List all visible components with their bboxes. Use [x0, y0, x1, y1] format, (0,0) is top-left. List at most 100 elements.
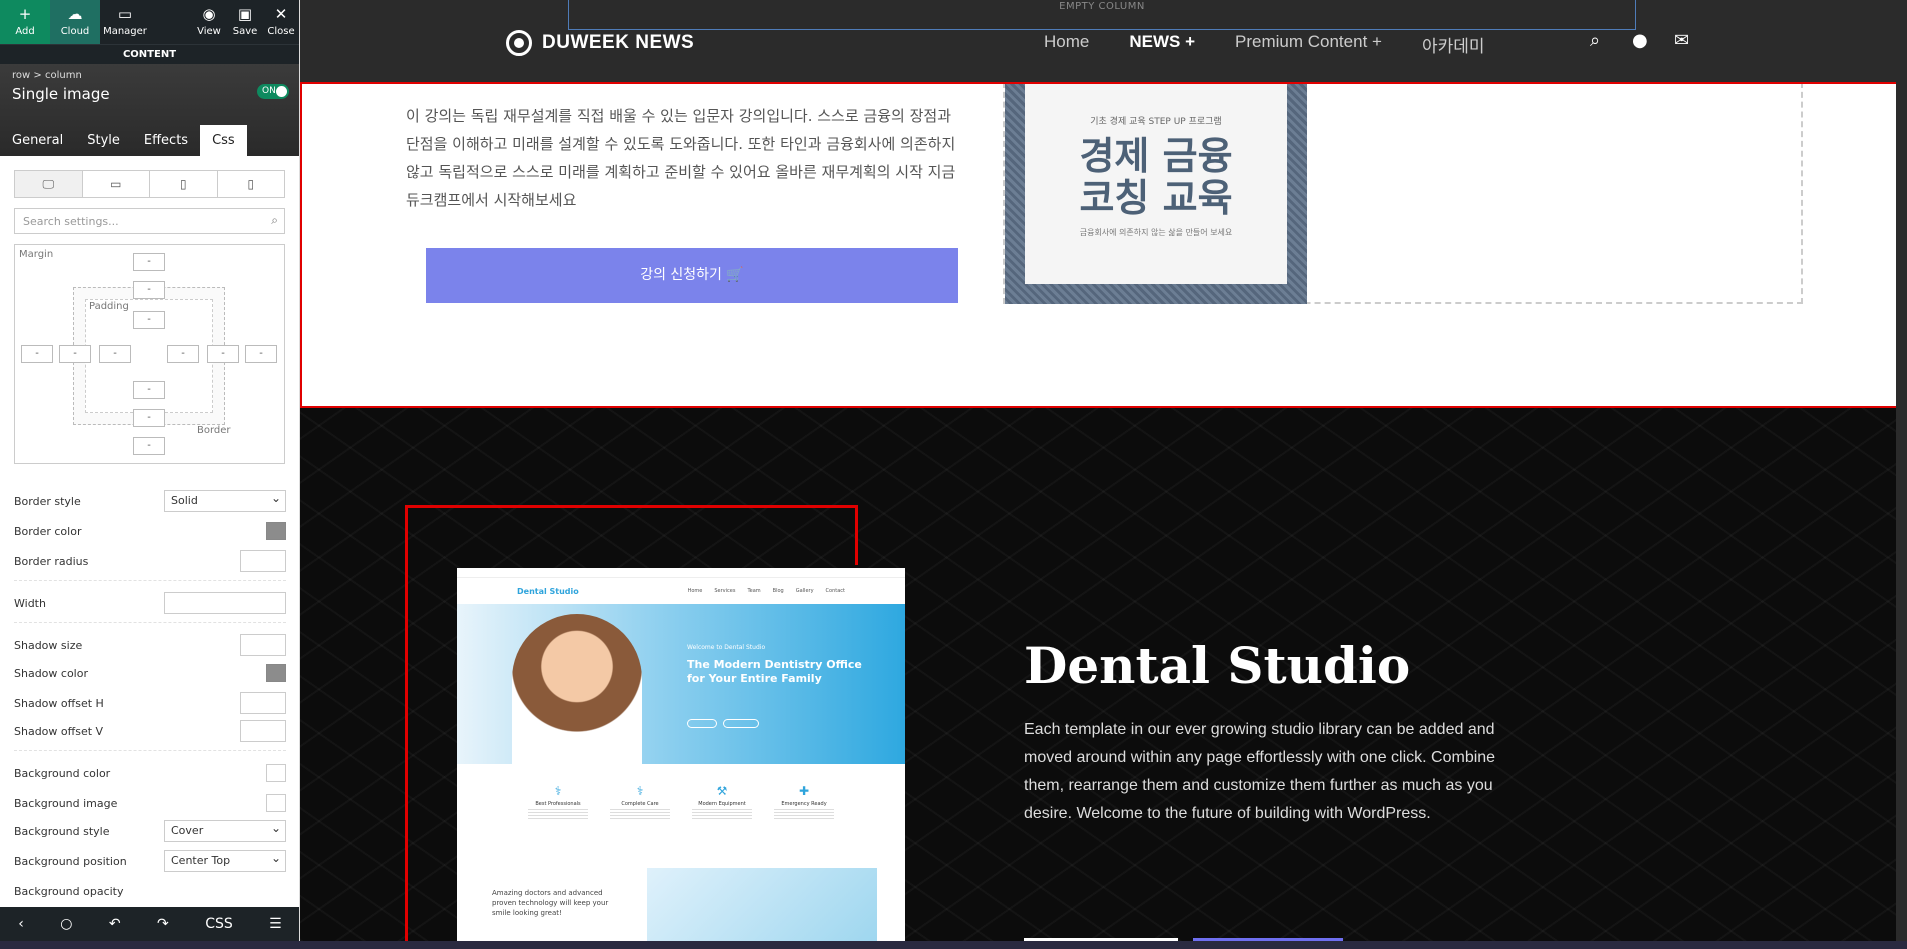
- background-image-picker[interactable]: [266, 794, 286, 812]
- book-cover: 기초 경제 교육 STEP UP 프로그램 경제 금융 코칭 교육 금융회사에 …: [1025, 82, 1287, 284]
- css-button[interactable]: CSS: [205, 916, 233, 932]
- nav-academy[interactable]: 아카데미: [1422, 32, 1485, 57]
- nav-news[interactable]: NEWS +: [1129, 32, 1195, 57]
- redo-icon[interactable]: ↷: [157, 916, 169, 932]
- divider: [14, 750, 286, 751]
- element-title: Single image: [12, 85, 110, 103]
- manager-button[interactable]: ▭ Manager: [100, 0, 150, 44]
- shot-button-1: [687, 719, 717, 728]
- apply-course-button[interactable]: 강의 신청하기 🛒: [426, 248, 958, 303]
- padding-left-field[interactable]: -: [99, 345, 131, 363]
- shot-feature: ✚ Emergency Ready: [774, 784, 834, 819]
- margin-bottom-field[interactable]: -: [133, 437, 165, 455]
- tablet-device-button[interactable]: ▯: [150, 171, 218, 197]
- book-title-line2: 코칭 교육: [1079, 176, 1233, 220]
- border-radius-setting: Border radius: [14, 550, 286, 572]
- close-button[interactable]: ✕ Close: [263, 0, 299, 44]
- close-icon: ✕: [274, 5, 288, 23]
- shot-bottom: Amazing doctors and advanced proven tech…: [457, 868, 905, 941]
- manager-icon: ▭: [117, 5, 133, 23]
- margin-right-field[interactable]: -: [245, 345, 277, 363]
- border-radius-input[interactable]: [240, 550, 286, 572]
- os-taskbar: [0, 941, 1907, 949]
- shot-hero-title: The Modern Dentistry Office for Your Ent…: [687, 658, 862, 685]
- background-position-select[interactable]: Center Top: [164, 848, 286, 872]
- border-label: Border: [197, 425, 231, 436]
- home-circle-icon[interactable]: ○: [60, 916, 72, 932]
- shadow-color-swatch[interactable]: [266, 664, 286, 682]
- mail-icon[interactable]: ✉: [1674, 30, 1689, 51]
- nav-home[interactable]: Home: [1044, 32, 1089, 57]
- padding-top-field[interactable]: -: [133, 311, 165, 329]
- width-input[interactable]: [164, 592, 286, 614]
- tablet-icon: ▯: [179, 177, 187, 191]
- padding-bottom-field[interactable]: -: [133, 381, 165, 399]
- border-top-field[interactable]: -: [133, 281, 165, 299]
- background-position-setting: Background position Center Top: [14, 848, 286, 872]
- shadow-offset-v-setting: Shadow offset V: [14, 720, 286, 742]
- mobile-device-button[interactable]: ▯: [218, 171, 285, 197]
- cloud-button[interactable]: ☁ Cloud: [50, 0, 100, 44]
- padding-right-field[interactable]: -: [167, 345, 199, 363]
- user-avatar-icon[interactable]: ●: [1632, 30, 1648, 51]
- page-scrollbar[interactable]: [1896, 0, 1907, 941]
- dental-studio-title: Dental Studio: [1024, 636, 1411, 695]
- shadow-size-input[interactable]: [240, 634, 286, 656]
- shot-feature: ⚕ Complete Care: [610, 784, 670, 819]
- border-style-setting: Border style Solid: [14, 488, 286, 512]
- border-color-setting: Border color: [14, 520, 286, 542]
- shadow-offset-h-input[interactable]: [240, 692, 286, 714]
- background-opacity-setting: Background opacity: [14, 884, 124, 898]
- border-bottom-field[interactable]: -: [133, 409, 165, 427]
- tab-effects[interactable]: Effects: [132, 125, 200, 156]
- dental-studio-section: Dental Studio Home Services Team Blog Ga…: [300, 408, 1907, 941]
- crumb-row[interactable]: row: [12, 70, 30, 81]
- tab-general[interactable]: General: [0, 125, 75, 156]
- dental-template-screenshot[interactable]: Dental Studio Home Services Team Blog Ga…: [457, 568, 905, 941]
- search-icon[interactable]: ⌕: [1590, 30, 1600, 51]
- editor-sidebar: + Add ☁ Cloud ▭ Manager ◉ View ▣ Save ✕ Close …: [0, 0, 300, 949]
- eye-icon: ◉: [202, 5, 216, 23]
- settings-search-input[interactable]: Search settings... ⌕: [14, 208, 285, 234]
- back-icon[interactable]: ‹: [18, 916, 24, 932]
- book-tagline: 기초 경제 교육 STEP UP 프로그램: [1090, 117, 1222, 127]
- shadow-color-setting: Shadow color: [14, 662, 286, 684]
- desktop-icon: 🖵: [42, 176, 55, 191]
- search-placeholder: Search settings...: [23, 214, 119, 228]
- element-toggle[interactable]: ON: [257, 84, 289, 99]
- margin-top-field[interactable]: -: [133, 253, 165, 271]
- margin-left-field[interactable]: -: [21, 345, 53, 363]
- laptop-device-button[interactable]: ▭: [83, 171, 150, 197]
- border-style-select[interactable]: Solid: [164, 488, 286, 512]
- shot-features: ⚕ Best Professionals ⚕ Complete Care ⚒ Mode…: [457, 764, 905, 819]
- border-left-field[interactable]: -: [59, 345, 91, 363]
- shot-topbar: [457, 568, 905, 578]
- settings-tabs: General Style Effects Css: [0, 125, 299, 156]
- border-right-field[interactable]: -: [207, 345, 239, 363]
- content-label: CONTENT: [0, 44, 299, 64]
- site-header: EMPTY COLUMN DUWEEK NEWS Home NEWS + Pre…: [300, 0, 1907, 82]
- shadow-offset-v-input[interactable]: [240, 720, 286, 742]
- empty-column-placeholder[interactable]: EMPTY COLUMN: [568, 0, 1636, 30]
- margin-label: Margin: [19, 249, 54, 260]
- shot-links: Home Services Team Blog Gallery Contact: [687, 588, 845, 594]
- desktop-device-button[interactable]: 🖵: [15, 171, 83, 197]
- save-button[interactable]: ▣ Save: [227, 0, 263, 44]
- background-color-swatch[interactable]: [266, 764, 286, 782]
- editor-bottom-bar: ‹ ○ ↶ ↷ CSS ☰: [0, 907, 299, 941]
- tab-style[interactable]: Style: [75, 125, 132, 156]
- border-color-swatch[interactable]: [266, 522, 286, 540]
- tab-css[interactable]: Css: [200, 125, 247, 156]
- background-style-select[interactable]: Cover: [164, 818, 286, 842]
- nav-premium-content[interactable]: Premium Content +: [1235, 32, 1382, 57]
- view-button[interactable]: ◉ View: [191, 0, 227, 44]
- divider: [14, 580, 286, 581]
- crumb-column[interactable]: column: [45, 70, 82, 81]
- add-button[interactable]: + Add: [0, 0, 50, 44]
- site-logo[interactable]: DUWEEK NEWS: [506, 30, 694, 56]
- course-book-image[interactable]: 기초 경제 교육 STEP UP 프로그램 경제 금융 코칭 교육 금융회사에 …: [1005, 82, 1307, 304]
- list-icon[interactable]: ☰: [269, 916, 282, 932]
- element-header: row > column Single image ON General Sty…: [0, 64, 299, 156]
- divider: [14, 622, 286, 623]
- undo-icon[interactable]: ↶: [109, 916, 121, 932]
